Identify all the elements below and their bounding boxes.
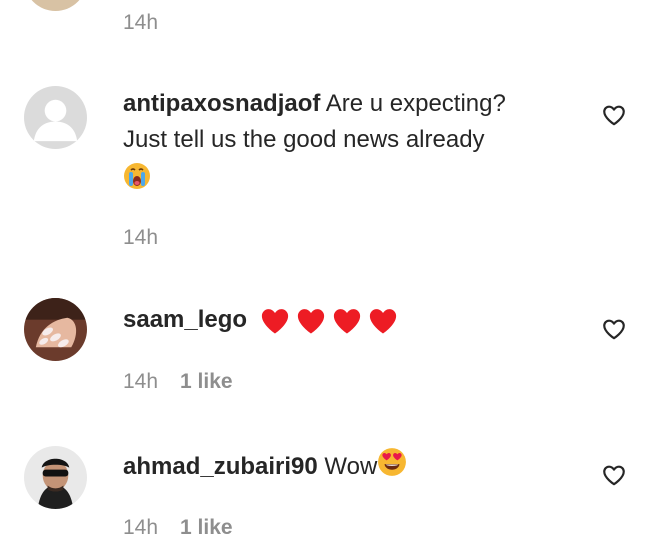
red-heart-icon [333,308,360,334]
red-heart-icon [297,308,324,334]
comment-body: saam_lego [123,302,398,338]
comment-body: ahmad_zubairi90 Wow [123,447,407,488]
comment-likes-button[interactable]: 1 like [180,516,233,539]
comment-text-line1: Are u expecting? [325,90,506,117]
heart-eyes-face-icon [377,447,407,488]
comment-text-line2: Just tell us the good news already [123,126,485,153]
emoji-group [260,307,398,335]
loudly-crying-face-icon [123,162,151,201]
comment-time: 14h [123,226,159,249]
comment-time: 14h [123,370,159,393]
like-heart-icon[interactable] [601,102,627,128]
comment-username[interactable]: antipaxosnadjaof [123,90,320,117]
comment-body: antipaxosnadjaof Are u expecting? Just t… [123,86,506,201]
red-heart-icon [369,308,396,334]
comment-time: 14h [123,516,159,539]
comment-meta: 14h [123,225,158,251]
comment-likes-button[interactable]: 1 like [180,370,233,393]
comment-meta: 14h 1 like [123,515,233,541]
like-heart-icon[interactable] [601,462,627,488]
avatar-saam-lego[interactable] [24,298,87,361]
avatar-previous[interactable] [24,0,87,11]
red-heart-icon [261,308,288,334]
comment-text-line1: Wow [324,452,378,480]
like-heart-icon[interactable] [601,316,627,342]
comment-time: 14h [123,11,159,34]
avatar-default[interactable] [24,86,87,149]
comment-username[interactable]: ahmad_zubairi90 [123,453,318,480]
comment-username[interactable]: saam_lego [123,306,247,333]
avatar-ahmad-zubairi90[interactable] [24,446,87,509]
comment-meta-previous: 14h [123,10,158,36]
comment-meta: 14h 1 like [123,369,233,395]
